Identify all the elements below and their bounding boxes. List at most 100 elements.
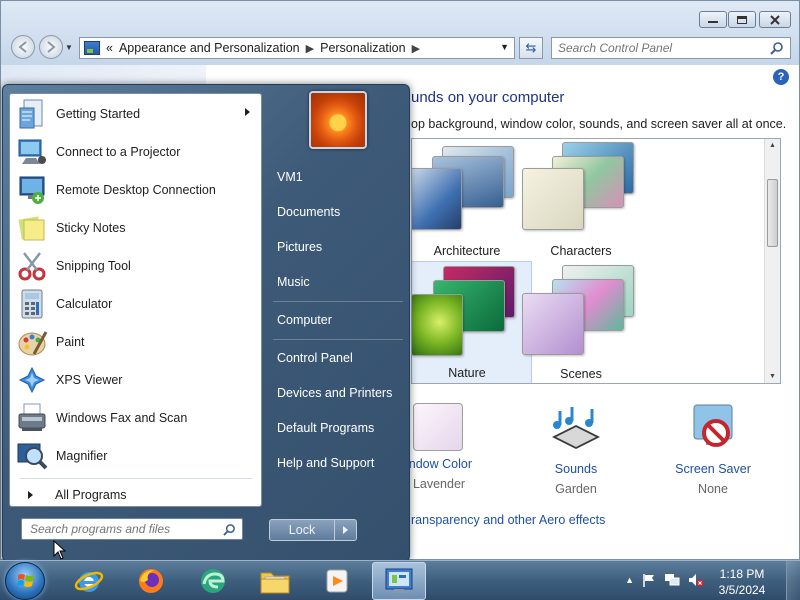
windows-logo-icon bbox=[17, 574, 34, 587]
program-sticky-notes[interactable]: Sticky Notes bbox=[14, 210, 258, 246]
taskbar-control-panel[interactable] bbox=[372, 562, 426, 600]
theme-characters[interactable]: Characters bbox=[516, 139, 646, 262]
breadcrumb-separator-icon[interactable]: ▶ bbox=[306, 42, 314, 55]
start-link-pictures[interactable]: Pictures bbox=[269, 233, 405, 261]
program-magnifier[interactable]: Magnifier bbox=[14, 438, 258, 474]
forward-arrow-icon bbox=[47, 41, 56, 53]
architecture-thumbnail bbox=[412, 168, 462, 230]
minimize-button[interactable] bbox=[699, 11, 727, 28]
program-getting-started[interactable]: Getting Started bbox=[14, 96, 258, 132]
page-heading: unds on your computer bbox=[411, 89, 565, 106]
back-button[interactable] bbox=[11, 35, 35, 59]
start-link-music[interactable]: Music bbox=[269, 268, 405, 296]
power-controls: Lock bbox=[269, 519, 357, 541]
screen-saver-setting[interactable]: Screen Saver None bbox=[653, 403, 773, 496]
start-search-box[interactable] bbox=[21, 518, 243, 540]
navigation-toolbar: ▼ « Appearance and Personalization ▶ Per… bbox=[1, 33, 799, 61]
lock-button[interactable]: Lock bbox=[269, 519, 335, 541]
breadcrumb-appearance[interactable]: Appearance and Personalization bbox=[119, 41, 300, 55]
sounds-value: Garden bbox=[555, 482, 597, 496]
show-hidden-icons-icon[interactable]: ▲ bbox=[625, 575, 634, 585]
program-connect-projector[interactable]: Connect to a Projector bbox=[14, 134, 258, 170]
action-center-flag-icon[interactable] bbox=[642, 573, 656, 587]
all-programs-arrow-icon bbox=[28, 491, 33, 499]
theme-architecture[interactable]: Architecture bbox=[412, 139, 532, 262]
taskbar-firefox[interactable] bbox=[124, 562, 178, 600]
user-picture[interactable] bbox=[309, 91, 367, 149]
sounds-link[interactable]: Sounds bbox=[516, 462, 636, 476]
start-button[interactable] bbox=[5, 562, 45, 600]
nature-thumbnail bbox=[412, 294, 463, 356]
program-label: Windows Fax and Scan bbox=[56, 411, 188, 425]
search-icon[interactable] bbox=[770, 41, 784, 55]
start-link-devices-printers[interactable]: Devices and Printers bbox=[269, 379, 405, 407]
taskbar-internet-explorer[interactable] bbox=[62, 562, 116, 600]
theme-scenes[interactable]: Scenes bbox=[516, 261, 646, 383]
minimize-icon bbox=[708, 21, 718, 23]
close-button[interactable] bbox=[759, 11, 791, 28]
help-icon[interactable]: ? bbox=[773, 69, 789, 85]
start-link-documents[interactable]: Documents bbox=[269, 198, 405, 226]
sounds-icon bbox=[552, 407, 600, 449]
program-paint[interactable]: Paint bbox=[14, 324, 258, 360]
breadcrumb-separator-icon[interactable]: ▶ bbox=[412, 42, 420, 55]
calculator-icon bbox=[21, 289, 43, 319]
refresh-button[interactable]: ⇆ bbox=[519, 37, 543, 59]
divider bbox=[273, 301, 403, 302]
program-calculator[interactable]: Calculator bbox=[14, 286, 258, 322]
program-remote-desktop[interactable]: Remote Desktop Connection bbox=[14, 172, 258, 208]
search-input[interactable] bbox=[558, 41, 763, 55]
start-link-computer[interactable]: Computer bbox=[269, 306, 405, 334]
program-label: Getting Started bbox=[56, 107, 141, 121]
submenu-arrow-icon[interactable] bbox=[245, 108, 250, 116]
start-link-control-panel[interactable]: Control Panel bbox=[269, 344, 405, 372]
start-link-help-support[interactable]: Help and Support bbox=[269, 449, 405, 477]
program-snipping-tool[interactable]: Snipping Tool bbox=[14, 248, 258, 284]
taskbar-media-player[interactable] bbox=[310, 562, 364, 600]
notification-area: ▲ bbox=[625, 573, 704, 587]
theme-label: Nature bbox=[448, 366, 486, 380]
divider bbox=[273, 339, 403, 340]
scroll-down-icon[interactable]: ▼ bbox=[769, 373, 776, 380]
theme-label: Scenes bbox=[560, 367, 602, 381]
search-control-panel[interactable] bbox=[551, 37, 791, 59]
start-link-default-programs[interactable]: Default Programs bbox=[269, 414, 405, 442]
recent-pages-dropdown-icon[interactable]: ▼ bbox=[65, 43, 73, 52]
program-xps-viewer[interactable]: XPS Viewer bbox=[14, 362, 258, 398]
characters-thumbnail bbox=[522, 168, 584, 230]
title-bar bbox=[1, 1, 799, 31]
start-search-input[interactable] bbox=[30, 522, 220, 536]
start-link-user[interactable]: VM1 bbox=[269, 163, 405, 191]
firefox-icon bbox=[139, 569, 163, 593]
themes-list: Architecture Characters Nature Scenes ▲ … bbox=[411, 138, 781, 384]
search-icon[interactable] bbox=[223, 523, 236, 536]
volume-muted-icon[interactable] bbox=[688, 573, 704, 587]
screen-saver-icon bbox=[693, 404, 733, 447]
network-icon[interactable] bbox=[664, 573, 680, 587]
theme-nature[interactable]: Nature bbox=[412, 261, 532, 383]
power-options-arrow-icon bbox=[343, 526, 348, 534]
magnifier-icon bbox=[17, 443, 48, 470]
breadcrumb-prefix[interactable]: « bbox=[106, 41, 113, 55]
power-options-button[interactable] bbox=[335, 519, 357, 541]
sounds-setting[interactable]: Sounds Garden bbox=[516, 403, 636, 496]
all-programs-button[interactable]: All Programs bbox=[20, 484, 256, 506]
taskbar-edge[interactable] bbox=[186, 562, 240, 600]
themes-scrollbar[interactable]: ▲ ▼ bbox=[764, 139, 780, 383]
address-dropdown-icon[interactable]: ▼ bbox=[500, 42, 509, 52]
taskbar-file-explorer[interactable] bbox=[248, 562, 302, 600]
forward-button[interactable] bbox=[39, 35, 63, 59]
refresh-icon: ⇆ bbox=[525, 40, 537, 55]
scrollbar-thumb[interactable] bbox=[767, 179, 778, 247]
aero-effects-link[interactable]: ransparency and other Aero effects bbox=[411, 513, 605, 527]
breadcrumb-personalization[interactable]: Personalization bbox=[320, 41, 405, 55]
program-fax-scan[interactable]: Windows Fax and Scan bbox=[14, 400, 258, 436]
maximize-button[interactable] bbox=[728, 11, 756, 28]
address-bar[interactable]: « Appearance and Personalization ▶ Perso… bbox=[79, 37, 515, 59]
scroll-up-icon[interactable]: ▲ bbox=[769, 142, 776, 149]
screen-saver-value: None bbox=[698, 482, 728, 496]
program-label: Connect to a Projector bbox=[56, 145, 181, 159]
screen-saver-link[interactable]: Screen Saver bbox=[653, 462, 773, 476]
clock[interactable]: 1:18 PM 3/5/2024 bbox=[712, 566, 772, 598]
show-desktop-button[interactable] bbox=[786, 561, 800, 600]
